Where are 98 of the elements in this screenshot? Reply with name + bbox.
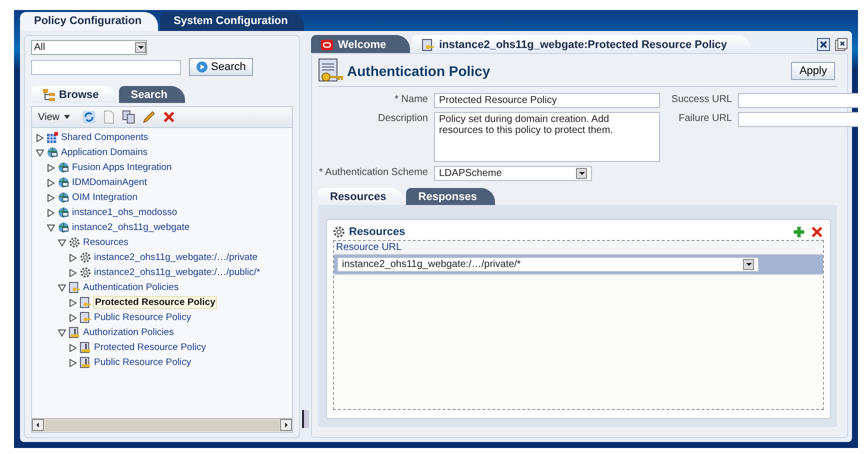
tree-item[interactable]: instance2_ohs11g_webgate:/…/private: [93, 252, 259, 263]
scroll-left-icon: [32, 419, 44, 431]
delete-icon[interactable]: [162, 110, 176, 124]
tree-item[interactable]: Protected Resource Policy: [93, 342, 207, 353]
tree-item[interactable]: instance2_ohs11g_webgate:/…/public/*: [93, 267, 262, 278]
add-icon[interactable]: [792, 225, 806, 239]
document-tab[interactable]: Welcome: [311, 35, 410, 53]
document-key-icon: [69, 282, 80, 293]
name-field[interactable]: Protected Resource Policy: [434, 93, 660, 108]
tree-item[interactable]: instance2_ohs11g_webgate: [71, 222, 191, 233]
tree-item[interactable]: Application Domains: [60, 147, 149, 158]
document-key-icon: [318, 58, 344, 84]
top-tab[interactable]: Policy Configuration: [20, 12, 158, 31]
oracle-icon: [321, 38, 333, 50]
expand-toggle[interactable]: [58, 284, 66, 292]
field-label: * Authentication Scheme: [318, 166, 428, 178]
gear-icon: [69, 237, 80, 248]
field-label: Description: [376, 112, 428, 124]
close-all-icon[interactable]: [835, 38, 848, 50]
duplicate-icon[interactable]: [122, 110, 136, 124]
tree-item[interactable]: Resources: [82, 237, 130, 248]
globe-icon: [58, 177, 69, 188]
globe-icon: [58, 162, 69, 173]
scroll-right-icon: [280, 419, 292, 431]
navigator-tab[interactable]: Search: [118, 86, 186, 103]
section-title: Resources: [349, 226, 406, 238]
column-header: Resource URL: [334, 241, 823, 255]
document-stamp-icon: [80, 342, 91, 353]
section-tab[interactable]: Responses: [406, 188, 495, 205]
apply-button[interactable]: Apply: [791, 62, 835, 80]
field-label: Success URL: [670, 93, 732, 105]
expand-toggle[interactable]: [47, 164, 55, 172]
tree-item[interactable]: Public Resource Policy: [93, 312, 192, 323]
tree-item[interactable]: Public Resource Policy: [93, 357, 192, 368]
top-tab[interactable]: System Configuration: [160, 12, 304, 31]
pencil-icon[interactable]: [142, 110, 156, 124]
scheme-dropdown[interactable]: LDAPScheme: [434, 166, 592, 181]
document-tab[interactable]: instance2_ohs11g_webgate:Protected Resource Policy: [412, 35, 752, 53]
expand-toggle[interactable]: [36, 134, 44, 142]
globe-icon: [58, 192, 69, 203]
expand-toggle[interactable]: [58, 328, 66, 336]
document-stamp-icon: [80, 357, 91, 368]
expand-toggle[interactable]: [36, 148, 44, 156]
expand-toggle[interactable]: [69, 268, 77, 276]
play-icon: [196, 61, 208, 73]
globe-icon: [47, 147, 58, 158]
dropdown-icon: [743, 259, 754, 270]
horizontal-scrollbar[interactable]: [32, 418, 292, 432]
expand-toggle[interactable]: [47, 194, 55, 202]
navigator-tab[interactable]: Browse: [31, 86, 117, 103]
globe-icon: [58, 222, 69, 233]
tree-item[interactable]: Authorization Policies: [82, 327, 175, 338]
tree-item[interactable]: IDMDomainAgent: [71, 177, 148, 188]
tree-item[interactable]: Fusion Apps Integration: [71, 162, 173, 173]
expand-toggle[interactable]: [69, 298, 77, 306]
grid-icon: [47, 132, 58, 143]
failure-url-field[interactable]: [738, 112, 858, 127]
expand-toggle[interactable]: [69, 254, 77, 262]
section-tab[interactable]: Resources: [318, 188, 404, 205]
refresh-icon[interactable]: [82, 110, 96, 124]
tree-item[interactable]: Authentication Policies: [82, 282, 180, 293]
field-label: * Name: [394, 93, 428, 105]
dropdown-icon: [135, 42, 146, 53]
table-row[interactable]: instance2_ohs11g_webgate:/…/private/*: [334, 255, 823, 275]
expand-toggle[interactable]: [69, 314, 77, 322]
hierarchy-icon: [43, 89, 55, 101]
document-stamp-icon: [69, 327, 80, 338]
dropdown-icon: [576, 168, 587, 179]
tree-item[interactable]: Protected Resource Policy: [93, 296, 218, 309]
tree-item[interactable]: Shared Components: [60, 132, 150, 143]
success-url-field[interactable]: [738, 93, 858, 108]
globe-icon: [58, 207, 69, 218]
expand-toggle[interactable]: [69, 358, 77, 366]
search-field[interactable]: [31, 60, 181, 74]
tree-item[interactable]: OIM Integration: [71, 192, 138, 203]
delete-icon[interactable]: [810, 225, 824, 239]
gear-icon: [333, 226, 345, 238]
field-label: Failure URL: [678, 112, 732, 124]
tree-item[interactable]: instance1_ohs_modosso: [71, 207, 178, 218]
document-key-icon: [80, 312, 91, 323]
expand-toggle[interactable]: [58, 238, 66, 246]
description-field[interactable]: Policy set during domain creation. Add resources to this policy to protect them.: [434, 112, 660, 162]
resource-url-dropdown[interactable]: instance2_ohs11g_webgate:/…/private/*: [337, 257, 759, 272]
gear-icon: [80, 252, 91, 263]
expand-toggle[interactable]: [47, 208, 55, 216]
expand-toggle[interactable]: [47, 224, 55, 232]
filter-dropdown[interactable]: All: [31, 40, 147, 55]
page-title: Authentication Policy: [347, 63, 490, 79]
expand-toggle[interactable]: [47, 178, 55, 186]
collapse-handle[interactable]: [302, 410, 309, 428]
close-icon[interactable]: [817, 38, 830, 50]
caret-icon: [64, 115, 70, 119]
expand-toggle[interactable]: [69, 344, 77, 352]
document-key-icon: [422, 38, 434, 50]
view-menu[interactable]: View: [38, 112, 60, 122]
document-key-icon: [80, 297, 91, 308]
gear-icon: [80, 267, 91, 278]
search-button[interactable]: Search: [189, 58, 253, 76]
